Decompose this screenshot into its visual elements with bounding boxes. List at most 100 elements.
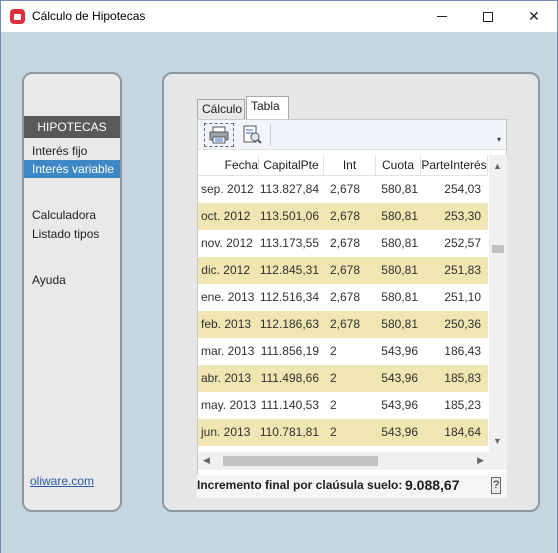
scroll-up-icon[interactable]: ▲: [493, 161, 502, 171]
cell-parteinteres: 250,36: [444, 317, 481, 331]
cell-parteinteres: 254,03: [444, 182, 481, 196]
cell-fecha: nov. 2012: [201, 236, 253, 250]
table-row[interactable]: jun. 2013 110.781,81 2 543,96 184,64: [198, 419, 488, 446]
table-row[interactable]: may. 2013 111.140,53 2 543,96 185,23: [198, 392, 488, 419]
help-button[interactable]: ?: [491, 477, 501, 494]
cell-cuota: 580,81: [381, 263, 418, 277]
sidebar-item-calculadora[interactable]: Calculadora: [24, 206, 120, 224]
maximize-button[interactable]: [465, 1, 511, 32]
cell-cuota: 543,96: [381, 425, 418, 439]
cell-parteinteres: 251,83: [444, 263, 481, 277]
client-area: HIPOTECAS Interés fijo Interés variable …: [1, 32, 557, 553]
cell-cuota: 543,96: [381, 398, 418, 412]
toolbar-overflow-icon[interactable]: ▾: [497, 136, 504, 144]
vertical-scroll-thumb[interactable]: [492, 245, 504, 253]
cell-cuota: 580,81: [381, 317, 418, 331]
scroll-right-icon[interactable]: ▶: [477, 455, 484, 466]
cell-fecha: jun. 2013: [201, 425, 251, 439]
cell-capitalpte: 111.498,66: [260, 371, 319, 385]
table-header: Fecha CapitalPte Int Cuota ParteInterés: [198, 155, 488, 176]
cell-cuota: 543,96: [381, 344, 418, 358]
toolbar-separator: [270, 124, 271, 146]
column-header-fecha[interactable]: Fecha: [198, 155, 259, 176]
close-icon: ✕: [528, 8, 540, 24]
cell-fecha: abr. 2013: [201, 371, 252, 385]
cell-cuota: 543,96: [381, 371, 418, 385]
cell-capitalpte: 113.501,06: [259, 209, 319, 223]
website-link[interactable]: oliware.com: [30, 474, 94, 488]
horizontal-scrollbar[interactable]: ◀ ▶: [198, 452, 489, 470]
cell-capitalpte: 111.856,19: [260, 344, 319, 358]
table-row[interactable]: ene. 2013 112.516,34 2,678 580,81 251,10: [198, 284, 488, 311]
cell-cuota: 580,81: [381, 236, 418, 250]
cell-int: 2: [330, 371, 337, 385]
cell-capitalpte: 110.781,81: [259, 425, 319, 439]
cell-int: 2: [330, 398, 337, 412]
mortgage-app-icon: [10, 9, 25, 24]
column-header-cuota[interactable]: Cuota: [376, 155, 421, 176]
sidebar-item-listado-tipos[interactable]: Listado tipos: [24, 225, 120, 243]
export-button[interactable]: [237, 123, 267, 147]
cell-int: 2: [330, 425, 337, 439]
maximize-icon: [483, 11, 493, 22]
cell-int: 2,678: [330, 182, 361, 196]
vertical-scrollbar[interactable]: ▲ ▼: [489, 155, 507, 452]
scrollbar-corner: [489, 452, 507, 470]
minimize-icon: [437, 16, 447, 17]
window-title: Cálculo de Hipotecas: [32, 9, 146, 23]
sidebar-item-interes-variable[interactable]: Interés variable: [24, 160, 120, 178]
floor-clause-value: 9.088,67: [405, 477, 460, 493]
cell-parteinteres: 186,43: [444, 344, 481, 358]
table-row[interactable]: mar. 2013 111.856,19 2 543,96 186,43: [198, 338, 488, 365]
main-panel: Cálculo Tabla ▾ Fecha CapitalPte Int Cuo…: [162, 72, 540, 512]
cell-capitalpte: 112.845,31: [259, 263, 319, 277]
tab-tabla[interactable]: Tabla: [246, 96, 289, 119]
cell-parteinteres: 184,64: [444, 425, 481, 439]
sidebar-item-interes-fijo[interactable]: Interés fijo: [24, 142, 120, 160]
cell-parteinteres: 253,30: [444, 209, 481, 223]
cell-capitalpte: 111.140,53: [260, 398, 319, 412]
cell-int: 2,678: [330, 209, 361, 223]
cell-fecha: mar. 2013: [201, 344, 255, 358]
horizontal-scroll-thumb[interactable]: [223, 456, 378, 466]
cell-fecha: ene. 2013: [201, 290, 255, 304]
column-header-int[interactable]: Int: [324, 155, 376, 176]
cell-capitalpte: 113.827,84: [259, 182, 319, 196]
table-row[interactable]: dic. 2012 112.845,31 2,678 580,81 251,83: [198, 257, 488, 284]
cell-capitalpte: 112.516,34: [259, 290, 319, 304]
cell-int: 2,678: [330, 263, 361, 277]
title-bar: Cálculo de Hipotecas ✕: [1, 1, 557, 32]
floor-clause-label: Incremento final por claúsula suelo:: [197, 478, 403, 492]
cell-fecha: oct. 2012: [201, 209, 251, 223]
column-header-capitalpte[interactable]: CapitalPte: [259, 155, 324, 176]
cell-int: 2,678: [330, 290, 361, 304]
cell-cuota: 580,81: [381, 182, 418, 196]
cell-fecha: may. 2013: [201, 398, 257, 412]
sidebar-header: HIPOTECAS: [24, 116, 120, 138]
column-header-parteinteres[interactable]: ParteInterés: [421, 155, 488, 176]
table-row[interactable]: feb. 2013 112.186,63 2,678 580,81 250,36: [198, 311, 488, 338]
cell-int: 2,678: [330, 236, 361, 250]
cell-parteinteres: 252,57: [444, 236, 481, 250]
table-row[interactable]: abr. 2013 111.498,66 2 543,96 185,83: [198, 365, 488, 392]
table-row[interactable]: oct. 2012 113.501,06 2,678 580,81 253,30: [198, 203, 488, 230]
minimize-button[interactable]: [419, 1, 465, 32]
footer-bar: Incremento final por claúsula suelo: 9.0…: [197, 474, 507, 498]
sidebar-panel: HIPOTECAS Interés fijo Interés variable …: [22, 72, 122, 512]
cell-capitalpte: 112.186,63: [259, 317, 319, 331]
cell-parteinteres: 185,83: [444, 371, 481, 385]
scroll-down-icon[interactable]: ▼: [493, 436, 502, 446]
cell-parteinteres: 185,23: [444, 398, 481, 412]
sidebar-item-ayuda[interactable]: Ayuda: [24, 271, 120, 289]
table-row[interactable]: nov. 2012 113.173,55 2,678 580,81 252,57: [198, 230, 488, 257]
tab-calculo[interactable]: Cálculo: [197, 99, 245, 119]
cell-int: 2,678: [330, 317, 361, 331]
table-row[interactable]: sep. 2012 113.827,84 2,678 580,81 254,03: [198, 176, 488, 203]
cell-cuota: 580,81: [381, 209, 418, 223]
cell-fecha: sep. 2012: [201, 182, 254, 196]
cell-capitalpte: 113.173,55: [259, 236, 319, 250]
print-button[interactable]: [204, 123, 234, 147]
cell-fecha: feb. 2013: [201, 317, 252, 331]
scroll-left-icon[interactable]: ◀: [203, 455, 210, 466]
close-button[interactable]: ✕: [511, 1, 557, 32]
